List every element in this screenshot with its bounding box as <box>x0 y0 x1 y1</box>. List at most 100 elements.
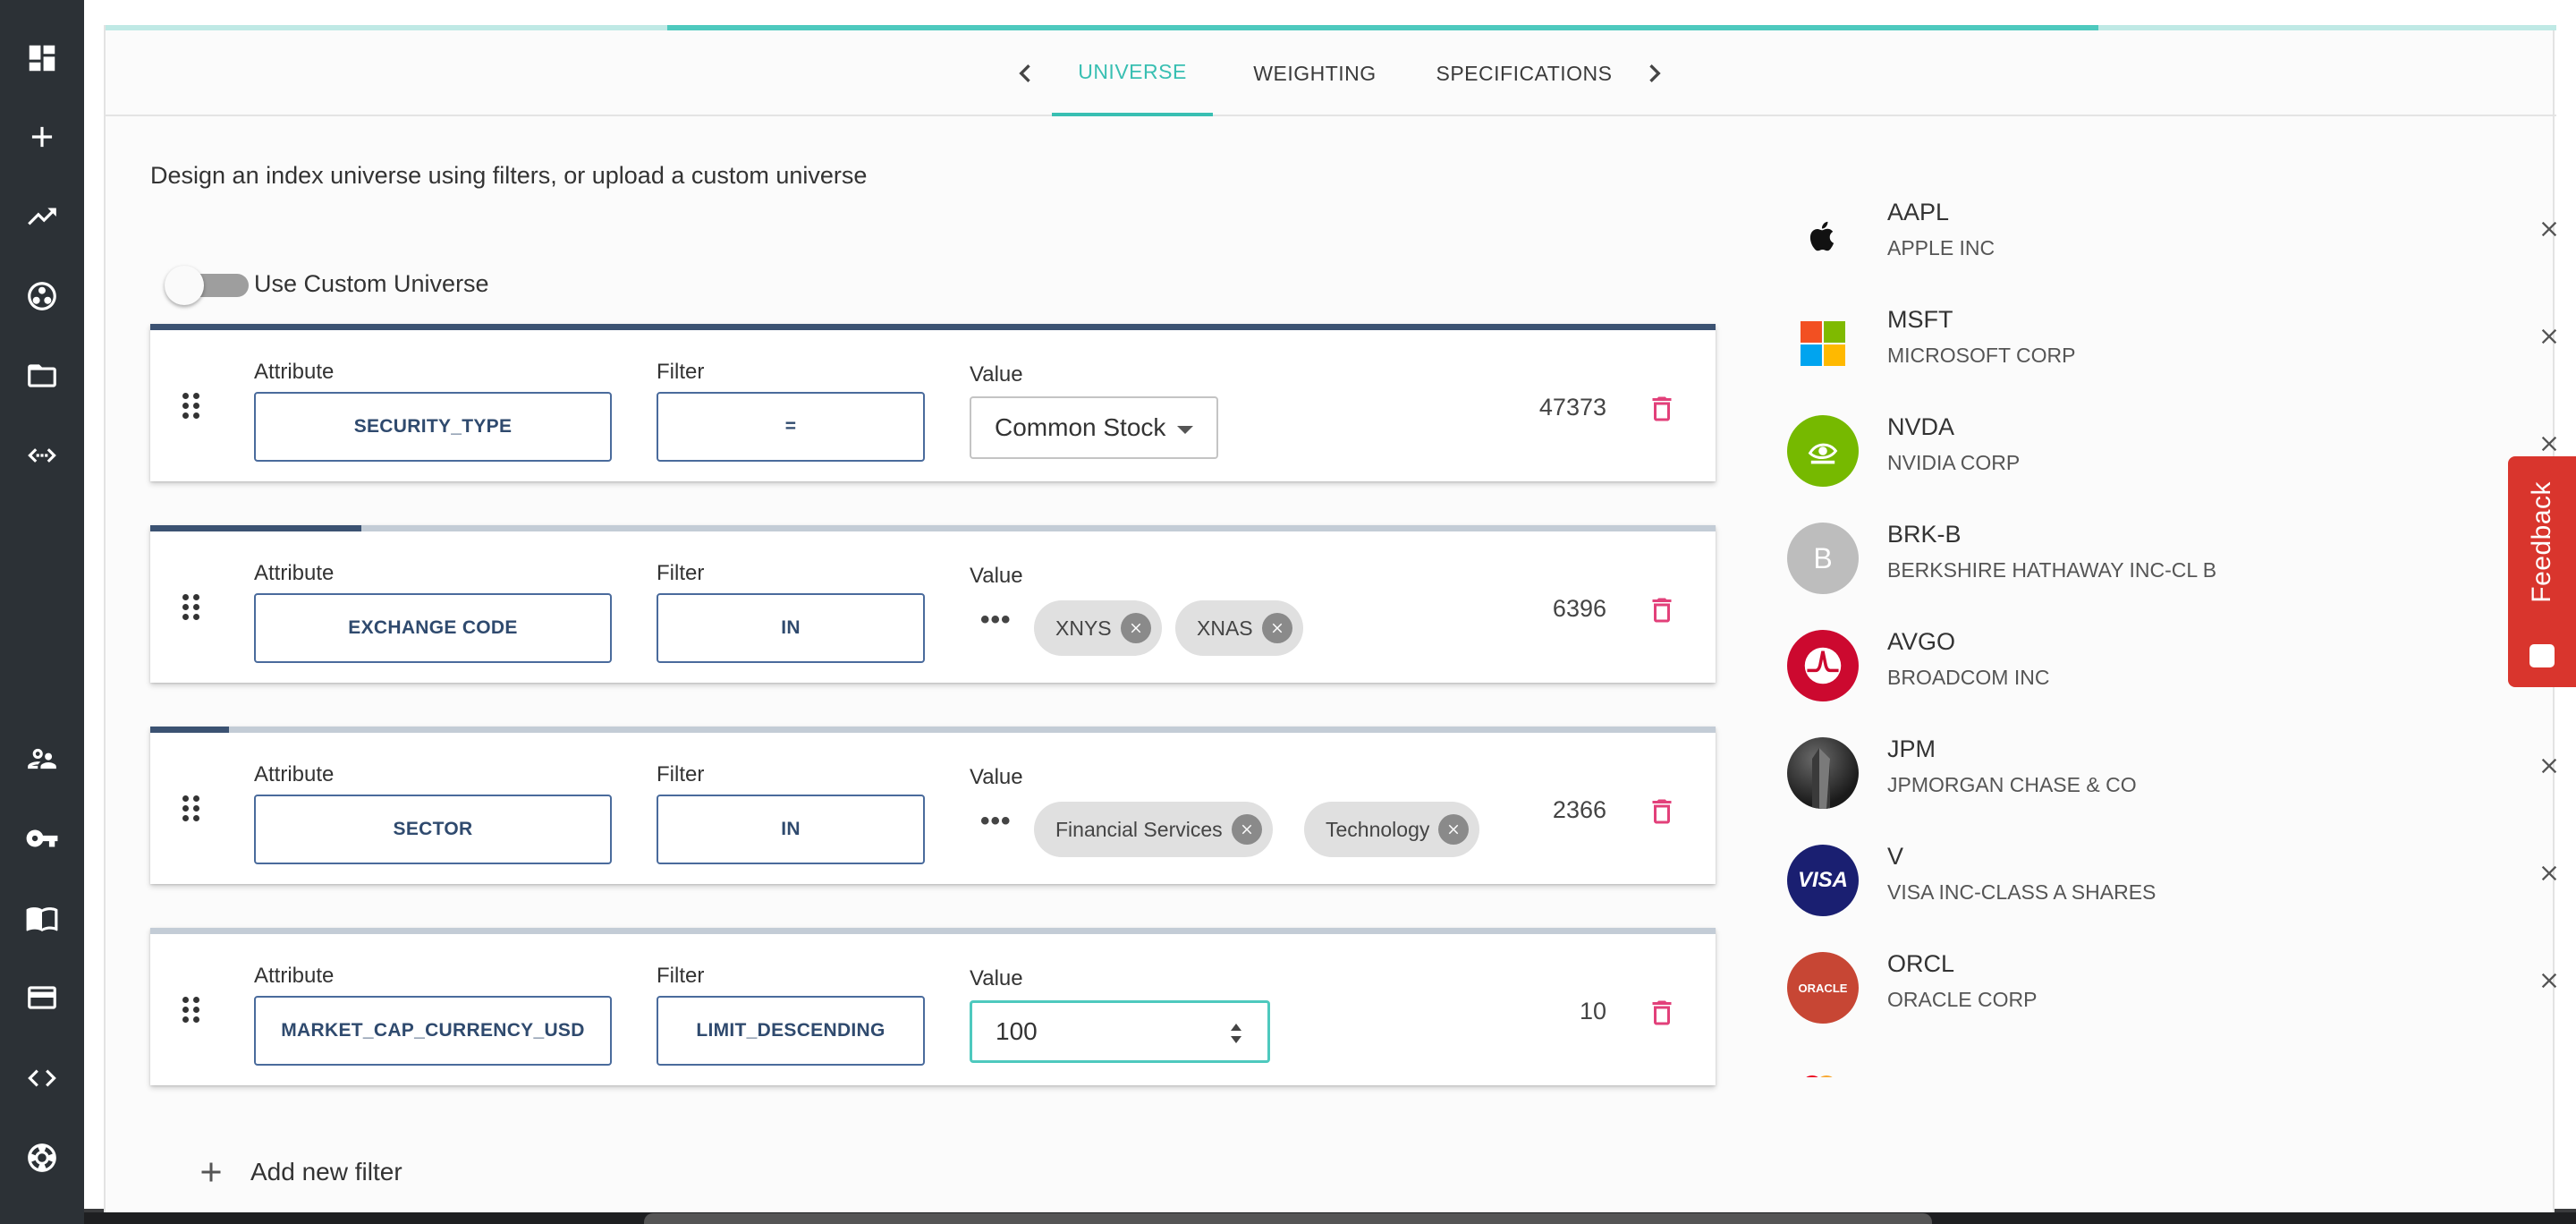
stock-ticker: V <box>1887 843 1904 870</box>
attribute-field[interactable]: SECTOR <box>254 795 612 864</box>
broadcom-logo <box>1787 630 1859 701</box>
value-select[interactable]: Common Stock <box>970 396 1218 459</box>
filter-label: Filter <box>657 762 705 786</box>
api-icon[interactable] <box>20 433 64 478</box>
filter-operator-field[interactable]: IN <box>657 795 925 864</box>
value-chip: XNAS <box>1175 600 1303 656</box>
tab-universe[interactable]: UNIVERSE <box>1052 30 1213 116</box>
support-icon[interactable] <box>20 1135 64 1180</box>
sidebar <box>0 0 84 1224</box>
delete-icon[interactable] <box>1646 391 1682 427</box>
close-icon[interactable] <box>2537 324 2565 353</box>
book-icon[interactable] <box>20 896 64 940</box>
stock-name: NVIDIA CORP <box>1887 451 2021 474</box>
stock-item: B BRK-B BERKSHIRE HATHAWAY INC-CL B <box>1787 508 2557 607</box>
value-chip: XNYS <box>1034 600 1162 656</box>
stock-ticker: BRK-B <box>1887 521 1962 548</box>
stock-name: BROADCOM INC <box>1887 666 2050 689</box>
value-label: Value <box>970 966 1023 990</box>
taskbar-edge <box>644 1213 1932 1224</box>
filter-operator-field[interactable]: IN <box>657 593 925 663</box>
stock-item: VISA V VISA INC-CLASS A SHARES <box>1787 830 2557 929</box>
drag-handle-icon[interactable] <box>182 795 204 822</box>
limit-value: 100 <box>996 1017 1038 1045</box>
delete-icon[interactable] <box>1646 794 1682 829</box>
filter-count: 2366 <box>1552 796 1606 823</box>
tab-bar: UNIVERSE WEIGHTING SPECIFICATIONS <box>106 30 2556 116</box>
trending-icon[interactable] <box>20 194 64 239</box>
tab-specifications[interactable]: SPECIFICATIONS <box>1408 30 1640 116</box>
users-icon[interactable] <box>20 736 64 781</box>
feedback-label: Feedback <box>2527 481 2556 603</box>
attribute-field[interactable]: MARKET_CAP_CURRENCY_USD <box>254 996 612 1066</box>
stock-ticker: AAPL <box>1887 199 1950 225</box>
attribute-label: Attribute <box>254 964 335 988</box>
delete-icon[interactable] <box>1646 995 1682 1031</box>
dashboard-icon[interactable] <box>20 36 64 81</box>
close-icon[interactable] <box>2537 753 2565 782</box>
key-icon[interactable] <box>20 816 64 861</box>
add-filter-button[interactable]: Add new filter <box>195 1156 402 1188</box>
close-icon[interactable] <box>2537 217 2565 245</box>
code-icon[interactable] <box>20 1056 64 1101</box>
stock-ticker: NVDA <box>1887 413 1955 440</box>
apple-logo <box>1787 200 1859 272</box>
folder-icon[interactable] <box>20 353 64 398</box>
universe-panel: UNIVERSE WEIGHTING SPECIFICATIONS Design… <box>104 25 2557 1212</box>
filter-card: Attribute SECURITY_TYPE Filter = Value C… <box>150 324 1716 481</box>
add-icon[interactable] <box>20 115 64 159</box>
filter-count: 47373 <box>1538 394 1606 421</box>
oracle-logo: ORACLE <box>1787 952 1859 1024</box>
filter-label: Filter <box>657 964 705 988</box>
chip-remove-icon[interactable] <box>1438 814 1470 845</box>
attribute-label: Attribute <box>254 360 335 384</box>
filter-progress-bar <box>150 525 361 531</box>
filter-card: Attribute SECTOR Filter IN Value ••• Fin… <box>150 727 1716 884</box>
add-filter-label: Add new filter <box>250 1158 402 1186</box>
limit-number-input[interactable]: 100 <box>970 1000 1270 1063</box>
attribute-field[interactable]: SECURITY_TYPE <box>254 392 612 462</box>
credit-card-icon[interactable] <box>20 975 64 1020</box>
group-work-icon[interactable] <box>20 274 64 319</box>
filter-operator-field[interactable]: LIMIT_DESCENDING <box>657 996 925 1066</box>
stock-name: APPLE INC <box>1887 236 1996 259</box>
feedback-button[interactable]: Feedback <box>2508 456 2576 687</box>
delete-icon[interactable] <box>1646 592 1682 628</box>
value-label: Value <box>970 564 1023 588</box>
chip-label: XNAS <box>1197 616 1253 640</box>
chevron-right-icon[interactable] <box>1635 54 1674 93</box>
attribute-field[interactable]: EXCHANGE CODE <box>254 593 612 663</box>
more-icon[interactable]: ••• <box>980 806 1012 837</box>
plus-icon <box>201 1162 221 1182</box>
close-icon[interactable] <box>2537 968 2565 997</box>
stock-item: AAPL APPLE INC <box>1787 186 2557 285</box>
visa-logo: VISA <box>1787 845 1859 916</box>
filter-count: 6396 <box>1552 595 1606 622</box>
chip-remove-icon[interactable] <box>1120 613 1151 643</box>
chip-label: Financial Services <box>1055 817 1223 841</box>
filter-operator-field[interactable]: = <box>657 392 925 462</box>
chip-remove-icon[interactable] <box>1261 613 1292 643</box>
close-icon[interactable] <box>2537 861 2565 889</box>
jpm-logo <box>1787 737 1859 809</box>
value-label: Value <box>970 765 1023 789</box>
drag-handle-icon[interactable] <box>182 393 204 420</box>
drag-handle-icon[interactable] <box>182 594 204 621</box>
stock-ticker: ORCL <box>1887 950 1955 977</box>
custom-universe-toggle[interactable] <box>165 266 204 305</box>
tab-weighting[interactable]: WEIGHTING <box>1234 30 1395 116</box>
stepper-icon[interactable] <box>1228 1021 1244 1046</box>
chevron-left-icon[interactable] <box>1005 54 1045 93</box>
stock-item: NVDA NVIDIA CORP <box>1787 401 2557 499</box>
filter-label: Filter <box>657 360 705 384</box>
more-icon[interactable]: ••• <box>980 605 1012 635</box>
chip-remove-icon[interactable] <box>1231 814 1262 845</box>
stock-item: AVGO BROADCOM INC <box>1787 616 2557 714</box>
stock-item-partial <box>1787 1054 2529 1077</box>
filter-count: 10 <box>1579 998 1606 1024</box>
main-panel: UNIVERSE WEIGHTING SPECIFICATIONS Design… <box>84 0 2576 1212</box>
attribute-label: Attribute <box>254 561 335 585</box>
drag-handle-icon[interactable] <box>182 997 204 1024</box>
letter-avatar: B <box>1787 523 1859 594</box>
chat-icon <box>2529 644 2555 667</box>
